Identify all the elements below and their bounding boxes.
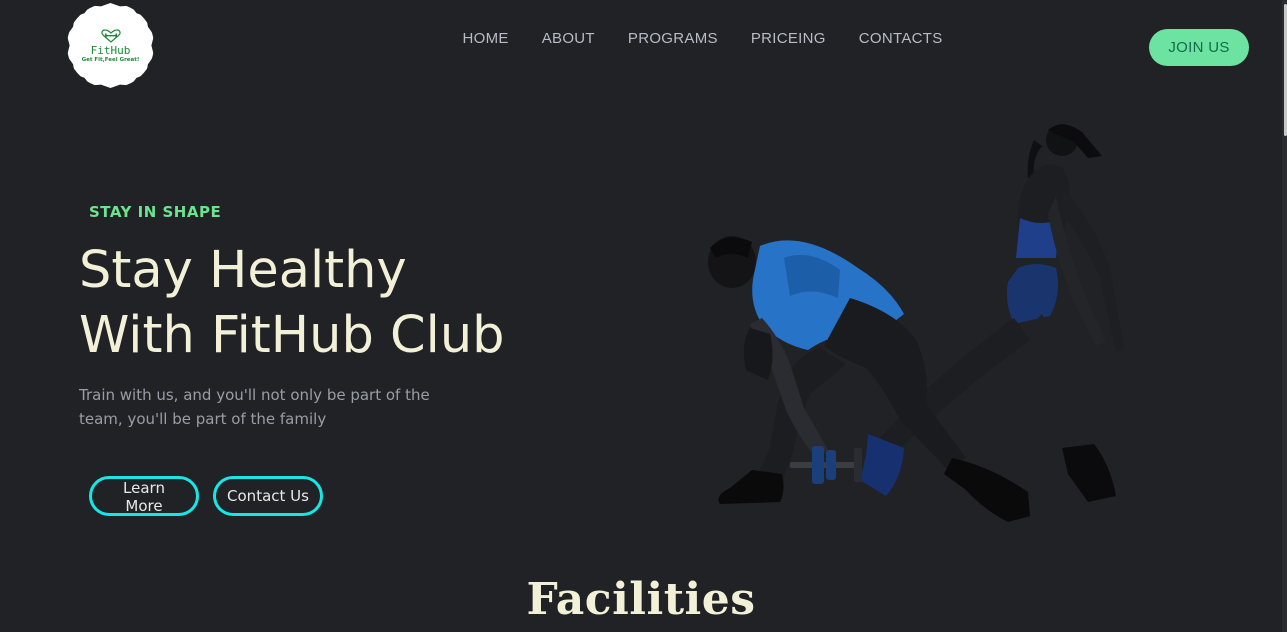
hero-description-line-2: team, you'll be part of the family xyxy=(79,410,327,428)
nav-link-pricing[interactable]: PRICEING xyxy=(734,30,842,47)
fithub-logo[interactable]: FitHub Get Fit,Feel Great! xyxy=(67,3,154,88)
contact-us-button[interactable]: Contact Us xyxy=(213,476,323,516)
nav-link-contacts[interactable]: CONTACTS xyxy=(842,30,959,47)
athletes-image xyxy=(708,124,1124,522)
nav-link-home[interactable]: HOME xyxy=(446,30,525,47)
hero-title-line-1: Stay Healthy xyxy=(79,241,407,300)
heart-dumbbell-icon xyxy=(100,29,121,43)
hero-description-line-1: Train with us, and you'll not only be pa… xyxy=(79,386,430,404)
logo-tagline: Get Fit,Feel Great! xyxy=(81,57,140,63)
hero-description: Train with us, and you'll not only be pa… xyxy=(79,383,439,431)
nav-link-about[interactable]: ABOUT xyxy=(525,30,611,47)
join-us-button[interactable]: JOIN US xyxy=(1149,29,1249,66)
facilities-heading: Facilities xyxy=(526,574,756,625)
page: FitHub Get Fit,Feel Great! HOME ABOUT PR… xyxy=(0,0,1287,632)
hero-title-line-2: With FitHub Club xyxy=(79,306,505,365)
main-nav: HOME ABOUT PROGRAMS PRICEING CONTACTS xyxy=(446,30,959,47)
nav-link-programs[interactable]: PROGRAMS xyxy=(611,30,734,47)
page-scrollbar[interactable] xyxy=(1282,0,1287,632)
learn-more-button[interactable]: Learn More xyxy=(89,476,199,516)
logo-name: FitHub xyxy=(90,44,131,57)
hero-eyebrow: STAY IN SHAPE xyxy=(89,203,222,221)
hero-title: Stay Healthy With FitHub Club xyxy=(79,238,599,368)
